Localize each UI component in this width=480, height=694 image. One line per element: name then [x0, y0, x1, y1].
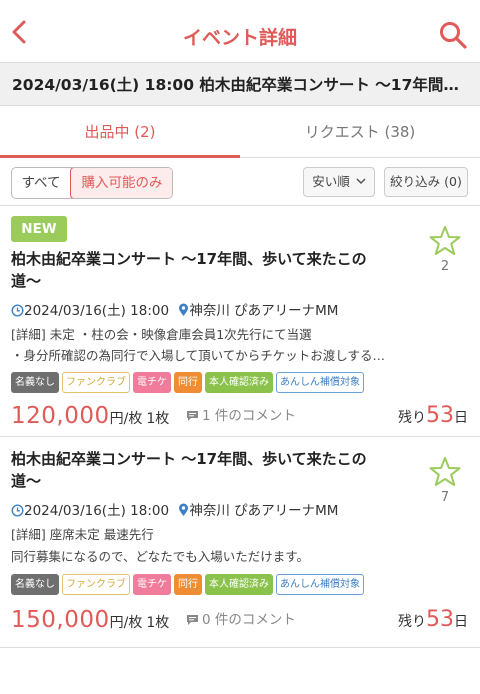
days-remaining: 残り53日 [398, 399, 468, 433]
tag-fanclub: ファンクラブ [62, 372, 130, 393]
tag-no-name: 名義なし [11, 574, 59, 595]
location-pin-icon [179, 303, 189, 316]
event-title: 2024/03/16(土) 18:00 柏木由紀卒業コンサート ～17年間… [12, 76, 459, 94]
tag-id-verified: 本人確認済み [205, 372, 273, 393]
listing-title-line1: 柏木由紀卒業コンサート ～17年間、歩いて来たこの [11, 250, 367, 268]
availability-segmented-control: すべて 購入可能のみ [11, 167, 173, 199]
remain-prefix: 残り [398, 410, 426, 426]
ticket-quantity: 1枚 [146, 615, 170, 631]
price-unit: 円/枚 [109, 615, 143, 631]
event-title-bar[interactable]: 2024/03/16(土) 18:00 柏木由紀卒業コンサート ～17年間… [0, 62, 480, 106]
listing-tabs: 出品中 (2) リクエスト (38) [0, 106, 480, 158]
tab-listings[interactable]: 出品中 (2) [0, 106, 240, 158]
filter-all-button[interactable]: すべて [12, 168, 70, 198]
tag-e-ticket: 電チケ [133, 574, 171, 595]
listing-title-line1: 柏木由紀卒業コンサート ～17年間、歩いて来たこの [11, 450, 367, 468]
location-pin-icon [179, 503, 189, 516]
tag-guarantee: あんしん補償対象 [276, 574, 364, 595]
comment-icon [187, 411, 198, 421]
listing-title-line2: 道～ [11, 272, 42, 290]
sort-dropdown[interactable]: 安い順 [303, 167, 375, 197]
tag-accompany: 同行 [174, 574, 202, 595]
tag-no-name: 名義なし [11, 372, 59, 393]
listing-detail-line2: ・身分所確認の為同行で入場して頂いてからチケットお渡しする… [11, 348, 386, 363]
star-icon[interactable] [428, 224, 462, 258]
tag-accompany: 同行 [174, 372, 202, 393]
chevron-down-icon [356, 178, 366, 185]
tag-list: 名義なし ファンクラブ 電チケ 同行 本人確認済み あんしん補償対象 [11, 372, 367, 394]
new-badge: NEW [11, 216, 67, 242]
remain-days: 53 [426, 607, 454, 632]
remain-suffix: 日 [454, 614, 468, 630]
listing-detail-line1: [詳細] 座席未定 最速先行 [11, 527, 154, 542]
comment-icon [187, 615, 198, 625]
listing-title-line2: 道～ [11, 472, 42, 490]
listing-venue: 神奈川 ぴあアリーナMM [189, 503, 339, 519]
favorite-count: 2 [440, 259, 450, 274]
listing-price: 150,000円/枚 1枚 [11, 603, 169, 637]
comment-text: 1 件のコメント [202, 408, 296, 424]
listing-card[interactable]: 柏木由紀卒業コンサート ～17年間、歩いて来たこの 道～ 7 2024/03/1… [0, 437, 480, 648]
filter-purchasable-button[interactable]: 購入可能のみ [70, 168, 172, 198]
tab-requests[interactable]: リクエスト (38) [240, 106, 480, 158]
app-header: イベント詳細 [0, 0, 480, 62]
narrow-down-button[interactable]: 絞り込み (0) [384, 167, 468, 197]
search-icon[interactable] [438, 20, 468, 50]
listing-date-venue: 2024/03/16(土) 18:00 神奈川 ぴあアリーナMM [11, 301, 471, 321]
remain-days: 53 [426, 403, 454, 428]
tag-e-ticket: 電チケ [133, 372, 171, 393]
price-value: 150,000 [11, 607, 110, 633]
listing-date-venue: 2024/03/16(土) 18:00 神奈川 ぴあアリーナMM [11, 501, 471, 521]
remain-suffix: 日 [454, 410, 468, 426]
price-unit: 円/枚 [109, 411, 143, 427]
tag-id-verified: 本人確認済み [205, 574, 273, 595]
listing-date: 2024/03/16(土) 18:00 [24, 303, 170, 319]
tag-list: 名義なし ファンクラブ 電チケ 同行 本人確認済み あんしん補償対象 [11, 574, 367, 596]
clock-icon [11, 504, 24, 517]
listing-card[interactable]: NEW 柏木由紀卒業コンサート ～17年間、歩いて来たこの 道～ 2 2024/… [0, 206, 480, 437]
remain-prefix: 残り [398, 614, 426, 630]
tag-guarantee: あんしん補償対象 [276, 372, 364, 393]
star-icon[interactable] [428, 455, 462, 489]
page-title: イベント詳細 [182, 27, 297, 49]
sort-label: 安い順 [312, 174, 350, 189]
listing-venue: 神奈川 ぴあアリーナMM [189, 303, 339, 319]
filter-bar: すべて 購入可能のみ 安い順 絞り込み (0) [0, 158, 480, 206]
comment-text: 0 件のコメント [202, 612, 296, 628]
comment-count: 0 件のコメント [186, 603, 296, 637]
listing-price: 120,000円/枚 1枚 [11, 399, 169, 433]
clock-icon [11, 304, 24, 317]
price-value: 120,000 [11, 403, 110, 429]
tag-fanclub: ファンクラブ [62, 574, 130, 595]
days-remaining: 残り53日 [398, 603, 468, 637]
comment-count: 1 件のコメント [186, 399, 296, 433]
listing-detail-line2: 同行募集になるので、どなたでも入場いただけます。 [11, 549, 310, 564]
listing-date: 2024/03/16(土) 18:00 [24, 503, 170, 519]
ticket-quantity: 1枚 [146, 411, 170, 427]
listing-detail-line1: [詳細] 未定 ・柱の会・映像倉庫会員1次先行にて当選 [11, 327, 312, 342]
